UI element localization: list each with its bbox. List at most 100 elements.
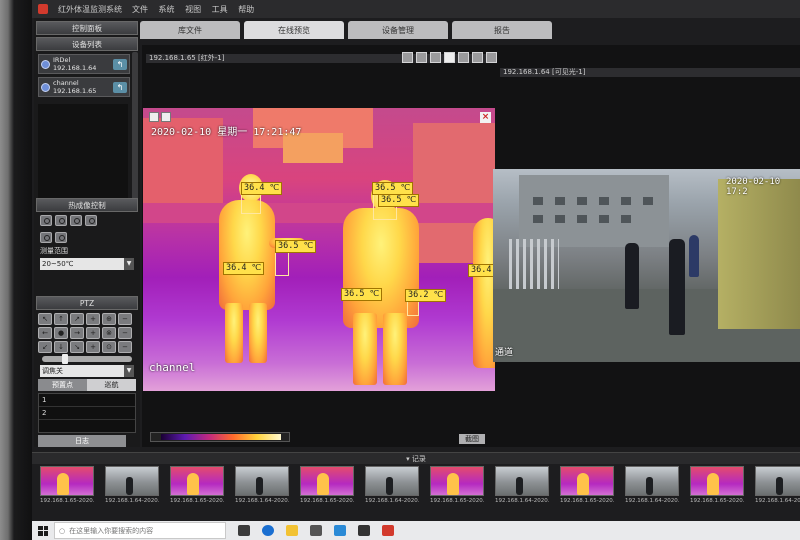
range-select[interactable]: 20~50℃ ▼ bbox=[40, 258, 134, 270]
record-thumbnail[interactable]: 192.168.1.64-2020... bbox=[495, 466, 549, 510]
close-icon[interactable]: × bbox=[480, 112, 491, 123]
record-thumbnail[interactable]: 192.168.1.65-2020... bbox=[40, 466, 94, 510]
record-thumbnail[interactable]: 192.168.1.65-2020... bbox=[430, 466, 484, 510]
record-thumbnail[interactable]: 192.168.1.64-2020... bbox=[365, 466, 419, 510]
ptz-button[interactable]: ← bbox=[38, 327, 52, 339]
thermal-tool-button[interactable] bbox=[40, 232, 52, 243]
record-thumbnail[interactable]: 192.168.1.65-2020... bbox=[170, 466, 224, 510]
visible-channel-name: 通道 bbox=[495, 348, 514, 358]
layout-9-icon[interactable] bbox=[430, 52, 441, 63]
thermal-tool-button[interactable] bbox=[55, 215, 67, 226]
building-window bbox=[621, 215, 631, 223]
ptz-button[interactable]: + bbox=[86, 313, 100, 325]
ptz-button[interactable]: → bbox=[70, 327, 84, 339]
preset-table: 1 2 bbox=[38, 393, 136, 433]
snapshot-icon[interactable] bbox=[149, 112, 159, 122]
fullscreen-icon[interactable] bbox=[444, 52, 455, 63]
ptz-button[interactable]: + bbox=[86, 327, 100, 339]
log-button[interactable]: 日志 bbox=[38, 435, 126, 447]
capture-icon[interactable] bbox=[472, 52, 483, 63]
menu-tools[interactable]: 工具 bbox=[212, 5, 228, 14]
record-thumbnail[interactable]: 192.168.1.64-2020... bbox=[625, 466, 679, 510]
table-row[interactable]: 2 bbox=[39, 407, 135, 420]
ptz-button[interactable]: − bbox=[118, 313, 132, 325]
layout-1-icon[interactable] bbox=[402, 52, 413, 63]
ptz-button[interactable]: − bbox=[118, 327, 132, 339]
device-item-irdel[interactable]: IRDel 192.168.1.64 ↰ bbox=[38, 54, 130, 74]
menu-bar: 文件 系统 视图 工具 帮助 bbox=[132, 4, 262, 15]
ptz-button[interactable]: ↘ bbox=[70, 341, 84, 353]
temperature-label: 36.4 ℃ bbox=[223, 262, 265, 275]
record-thumbnail[interactable]: 192.168.1.65-2020... bbox=[690, 466, 744, 510]
connect-icon[interactable]: ↰ bbox=[113, 59, 127, 70]
ptz-button[interactable]: ⊕ bbox=[102, 313, 116, 325]
thermal-video-view[interactable]: × 2020-02-10 星期一 17:21:47 channel 36.4 ℃… bbox=[143, 108, 495, 391]
file-explorer-icon[interactable] bbox=[286, 525, 298, 536]
pedestrian bbox=[689, 235, 699, 277]
tab-library[interactable]: 库文件 bbox=[140, 21, 240, 39]
building-window bbox=[533, 197, 543, 205]
thermal-app-icon[interactable] bbox=[382, 525, 394, 536]
ptz-button[interactable]: + bbox=[86, 341, 100, 353]
task-view-icon[interactable] bbox=[238, 525, 250, 536]
store-icon[interactable] bbox=[310, 525, 322, 536]
thumbnail-caption: 192.168.1.65-2020... bbox=[40, 498, 94, 504]
record-icon[interactable] bbox=[458, 52, 469, 63]
record-thumbnail[interactable]: 192.168.1.64-2020... bbox=[105, 466, 159, 510]
menu-help[interactable]: 帮助 bbox=[238, 5, 254, 14]
taskbar-icons bbox=[238, 525, 394, 536]
visible-video-view[interactable]: 2020-02-10 17:2 通道 bbox=[493, 169, 800, 362]
record-thumbnail[interactable]: 192.168.1.64-2020... bbox=[755, 466, 800, 510]
start-button[interactable] bbox=[32, 521, 54, 540]
table-row[interactable]: 1 bbox=[39, 394, 135, 407]
edge-icon[interactable] bbox=[262, 525, 274, 536]
thermal-tool-button[interactable] bbox=[40, 215, 52, 226]
tab-device-management[interactable]: 设备管理 bbox=[348, 21, 448, 39]
ptz-button[interactable]: ↙ bbox=[38, 341, 52, 353]
record-thumbnail[interactable]: 192.168.1.64-2020... bbox=[235, 466, 289, 510]
menu-file[interactable]: 文件 bbox=[132, 5, 148, 14]
ptz-button[interactable]: ↖ bbox=[38, 313, 52, 325]
thumbnail-caption: 192.168.1.64-2020... bbox=[755, 498, 800, 504]
snapshot-button[interactable]: 截图 bbox=[459, 434, 485, 444]
thermal-tool-button[interactable] bbox=[55, 232, 67, 243]
taskbar-search-input[interactable]: ○ 在这里输入你要搜索的内容 bbox=[54, 522, 226, 539]
app-icon[interactable] bbox=[358, 525, 370, 536]
record-thumbnail[interactable]: 192.168.1.65-2020... bbox=[560, 466, 614, 510]
thermal-tool-button[interactable] bbox=[70, 215, 82, 226]
thumbnail-caption: 192.168.1.65-2020... bbox=[170, 498, 224, 504]
tab-cruise[interactable]: 巡航 bbox=[87, 379, 136, 391]
device-item-channel[interactable]: channel 192.168.1.65 ↰ bbox=[38, 77, 130, 97]
menu-system[interactable]: 系统 bbox=[159, 5, 175, 14]
ptz-button[interactable]: ● bbox=[54, 327, 68, 339]
menu-view[interactable]: 视图 bbox=[185, 5, 201, 14]
device-list-scrollbar[interactable] bbox=[132, 52, 138, 202]
thermal-snapshot-image bbox=[690, 466, 744, 496]
record-bar[interactable]: ▾ 记录 bbox=[32, 452, 800, 464]
pedestrian bbox=[669, 239, 685, 335]
slider-thumb[interactable] bbox=[62, 354, 68, 364]
thermal-snapshot-image bbox=[430, 466, 484, 496]
ptz-button[interactable]: ⊙ bbox=[102, 341, 116, 353]
tab-live-preview[interactable]: 在线预览 bbox=[244, 21, 344, 39]
record-icon[interactable] bbox=[161, 112, 171, 122]
thumbnail-caption: 192.168.1.64-2020... bbox=[365, 498, 419, 504]
tab-preset[interactable]: 预置点 bbox=[38, 379, 87, 391]
ptz-speed-slider[interactable] bbox=[42, 354, 132, 364]
palette-bar[interactable] bbox=[150, 432, 290, 442]
record-thumbnail[interactable]: 192.168.1.65-2020... bbox=[300, 466, 354, 510]
thermal-tool-button[interactable] bbox=[85, 215, 97, 226]
mail-icon[interactable] bbox=[334, 525, 346, 536]
connect-icon[interactable]: ↰ bbox=[113, 82, 127, 93]
visible-snapshot-image bbox=[105, 466, 159, 496]
tab-report[interactable]: 报告 bbox=[452, 21, 552, 39]
ptz-button[interactable]: ↓ bbox=[54, 341, 68, 353]
ptz-button[interactable]: ↗ bbox=[70, 313, 84, 325]
ptz-header: PTZ bbox=[36, 296, 138, 310]
ptz-button[interactable]: ⊗ bbox=[102, 327, 116, 339]
layout-4-icon[interactable] bbox=[416, 52, 427, 63]
settings-icon[interactable] bbox=[486, 52, 497, 63]
focus-select[interactable]: 调焦关 ▼ bbox=[40, 365, 134, 377]
ptz-button[interactable]: − bbox=[118, 341, 132, 353]
ptz-button[interactable]: ↑ bbox=[54, 313, 68, 325]
